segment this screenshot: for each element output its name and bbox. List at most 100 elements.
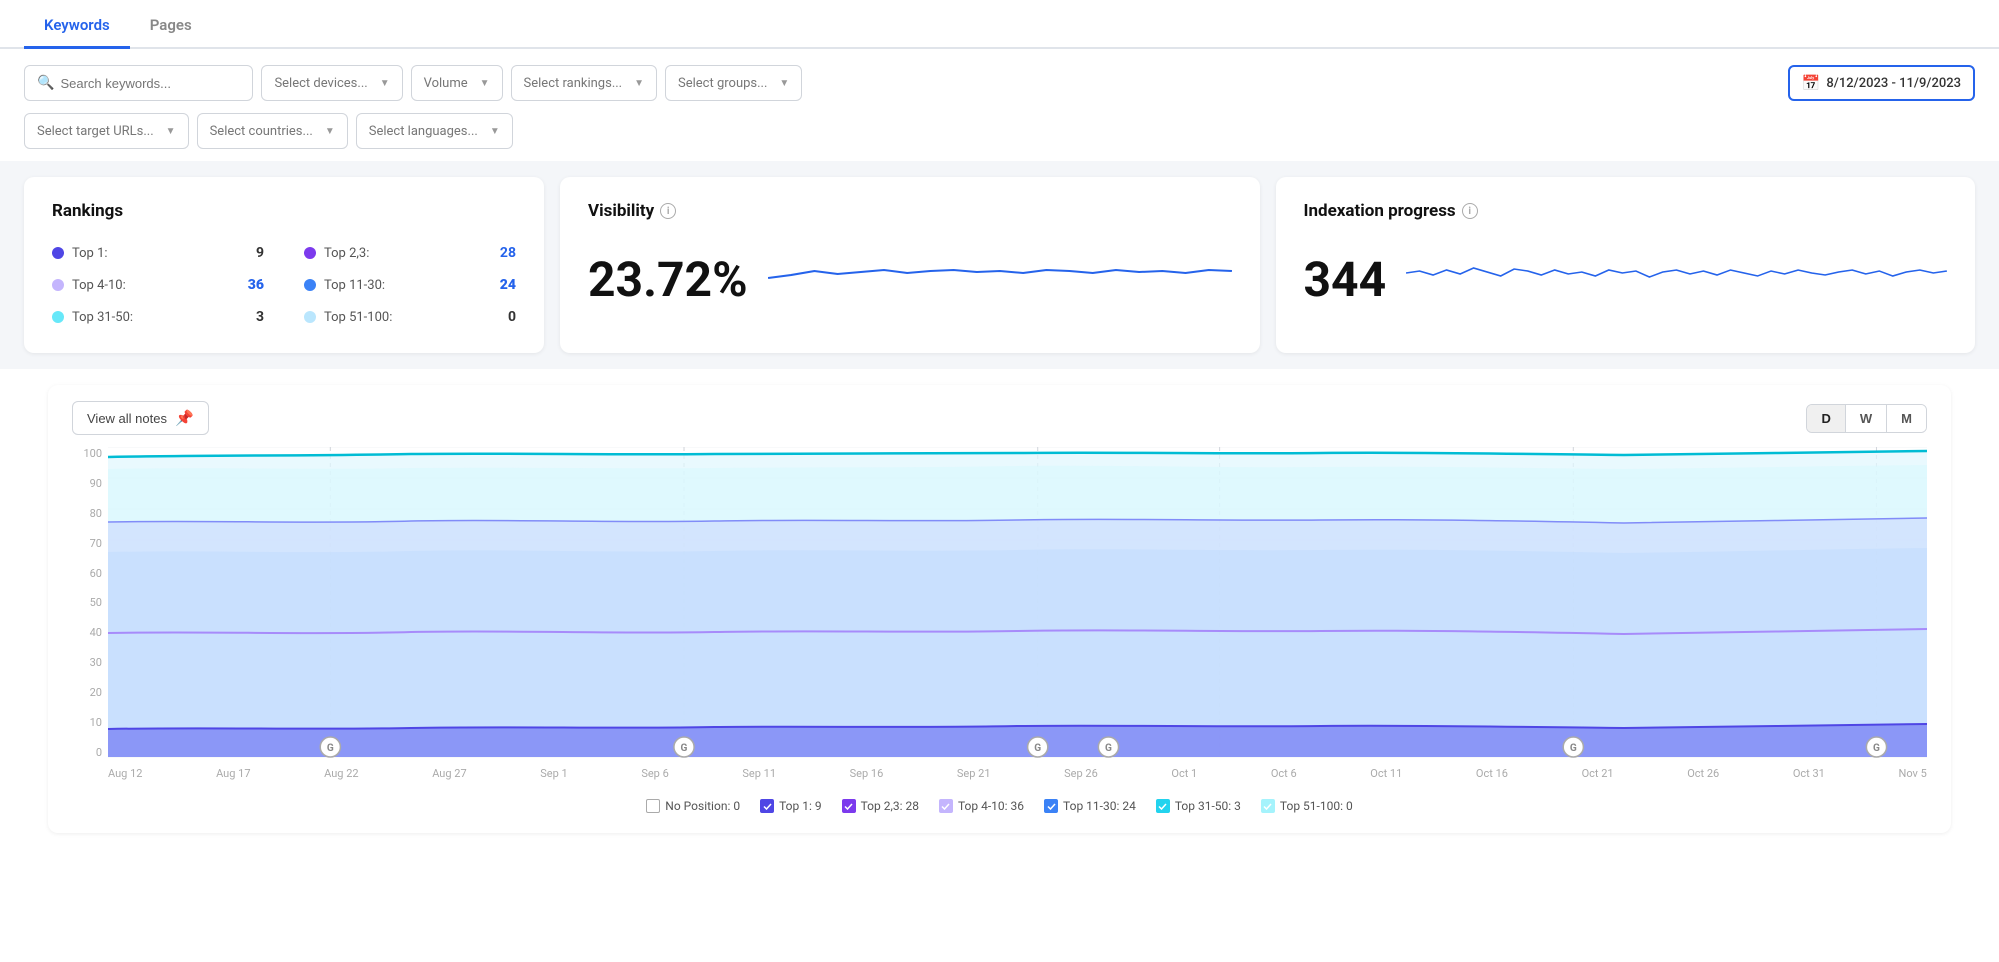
x-label-nov5: Nov 5 [1898, 767, 1926, 780]
rankings-filter[interactable]: Select rankings... ▼ [511, 65, 657, 101]
legend-label-top23: Top 2,3: 28 [861, 799, 919, 813]
groups-label: Select groups... [678, 76, 767, 91]
x-label-sep26: Sep 26 [1064, 767, 1098, 780]
x-label-sep21: Sep 21 [957, 767, 991, 780]
volume-label: Volume [424, 76, 468, 91]
rankings-label: Select rankings... [524, 76, 623, 91]
svg-text:G: G [1105, 743, 1112, 754]
main-chart-svg: G G G G G G [108, 447, 1927, 759]
rank-label-top23: Top 2,3: [324, 246, 369, 261]
countries-filter[interactable]: Select countries... ▼ [197, 113, 348, 149]
rank-item-top410: Top 4-10: 36 [52, 273, 264, 297]
indexation-info-icon[interactable]: i [1462, 203, 1478, 219]
legend-top3150: Top 31-50: 3 [1156, 799, 1241, 813]
legend-checkbox-top1130[interactable] [1044, 799, 1058, 813]
indexation-title-text: Indexation progress [1304, 201, 1456, 221]
x-label-aug22: Aug 22 [324, 767, 358, 780]
visibility-title-text: Visibility [588, 201, 654, 221]
x-label-oct1: Oct 1 [1171, 767, 1197, 780]
legend-checkbox-top3150[interactable] [1156, 799, 1170, 813]
visibility-card: Visibility i 23.72% [560, 177, 1260, 353]
legend-label-top410: Top 4-10: 36 [958, 799, 1024, 813]
volume-filter[interactable]: Volume ▼ [411, 65, 503, 101]
devices-label: Select devices... [274, 76, 367, 91]
period-btn-d[interactable]: D [1807, 405, 1845, 432]
period-btn-m[interactable]: M [1887, 405, 1926, 432]
rank-value-top23: 28 [500, 245, 516, 261]
x-label-oct16: Oct 16 [1476, 767, 1508, 780]
target-urls-filter[interactable]: Select target URLs... ▼ [24, 113, 189, 149]
rank-value-top1: 9 [256, 245, 264, 261]
y-label-100: 100 [72, 447, 102, 460]
rankings-title-text: Rankings [52, 201, 123, 221]
chart-section-wrapper: View all notes 📌 D W M 0 10 20 30 40 50 [0, 369, 1999, 849]
rank-label-top1130: Top 11-30: [324, 278, 385, 293]
legend-top51100: Top 51-100: 0 [1261, 799, 1353, 813]
rank-label-top410: Top 4-10: [72, 278, 126, 293]
legend-checkbox-top51100[interactable] [1261, 799, 1275, 813]
pin-icon: 📌 [175, 409, 194, 427]
legend-top1: Top 1: 9 [760, 799, 822, 813]
visibility-info-icon[interactable]: i [660, 203, 676, 219]
legend-label-no-position: No Position: 0 [665, 799, 740, 813]
y-label-30: 30 [72, 656, 102, 669]
rank-value-top51100: 0 [508, 309, 516, 325]
legend-label-top3150: Top 31-50: 3 [1175, 799, 1241, 813]
x-label-sep11: Sep 11 [742, 767, 776, 780]
search-input[interactable] [60, 76, 240, 91]
groups-filter[interactable]: Select groups... ▼ [665, 65, 802, 101]
target-urls-label: Select target URLs... [37, 124, 154, 139]
x-label-aug27: Aug 27 [432, 767, 466, 780]
x-label-oct6: Oct 6 [1271, 767, 1297, 780]
x-label-sep6: Sep 6 [641, 767, 668, 780]
y-label-0: 0 [72, 746, 102, 759]
legend-checkbox-top23[interactable] [842, 799, 856, 813]
rank-dot-top23 [304, 247, 316, 259]
x-label-sep16: Sep 16 [850, 767, 884, 780]
rank-dot-top410 [52, 279, 64, 291]
svg-text:G: G [1570, 743, 1577, 754]
rank-item-top1: Top 1: 9 [52, 241, 264, 265]
legend-checkbox-top410[interactable] [939, 799, 953, 813]
tab-pages[interactable]: Pages [130, 0, 212, 49]
y-label-20: 20 [72, 686, 102, 699]
chart-canvas-area: G G G G G G Aug 12 [108, 447, 1927, 787]
legend-checkbox-top1[interactable] [760, 799, 774, 813]
groups-arrow-icon: ▼ [779, 78, 789, 89]
svg-text:G: G [681, 743, 688, 754]
filters-row-2: Select target URLs... ▼ Select countries… [0, 113, 1999, 161]
y-label-80: 80 [72, 507, 102, 520]
date-range-filter[interactable]: 📅 8/12/2023 - 11/9/2023 [1788, 65, 1975, 101]
languages-arrow-icon: ▼ [490, 126, 500, 137]
y-label-90: 90 [72, 477, 102, 490]
search-input-wrapper[interactable]: 🔍 [24, 65, 253, 101]
rankings-grid: Top 1: 9 Top 2,3: 28 Top 4-10: 36 Top 11… [52, 241, 516, 329]
view-notes-button[interactable]: View all notes 📌 [72, 401, 209, 435]
languages-filter[interactable]: Select languages... ▼ [356, 113, 513, 149]
chart-section: View all notes 📌 D W M 0 10 20 30 40 50 [48, 385, 1951, 833]
volume-arrow-icon: ▼ [480, 78, 490, 89]
devices-filter[interactable]: Select devices... ▼ [261, 65, 402, 101]
rank-item-top1130: Top 11-30: 24 [304, 273, 516, 297]
visibility-value: 23.72% [588, 251, 748, 308]
x-label-oct21: Oct 21 [1582, 767, 1614, 780]
y-label-60: 60 [72, 567, 102, 580]
y-label-10: 10 [72, 716, 102, 729]
x-label-aug12: Aug 12 [108, 767, 142, 780]
rank-dot-top3150 [52, 311, 64, 323]
legend-checkbox-no-position[interactable] [646, 799, 660, 813]
x-label-oct31: Oct 31 [1793, 767, 1825, 780]
rank-dot-top1130 [304, 279, 316, 291]
y-label-70: 70 [72, 537, 102, 550]
x-label-oct26: Oct 26 [1687, 767, 1719, 780]
tab-keywords[interactable]: Keywords [24, 0, 130, 49]
x-label-aug17: Aug 17 [216, 767, 250, 780]
period-btn-w[interactable]: W [1846, 405, 1887, 432]
legend-label-top1: Top 1: 9 [779, 799, 822, 813]
rank-item-top51100: Top 51-100: 0 [304, 305, 516, 329]
svg-text:G: G [1034, 743, 1041, 754]
visibility-inner: 23.72% [588, 241, 1232, 308]
calendar-icon: 📅 [1802, 74, 1821, 92]
legend-top1130: Top 11-30: 24 [1044, 799, 1136, 813]
tabs-container: Keywords Pages [0, 0, 1999, 49]
